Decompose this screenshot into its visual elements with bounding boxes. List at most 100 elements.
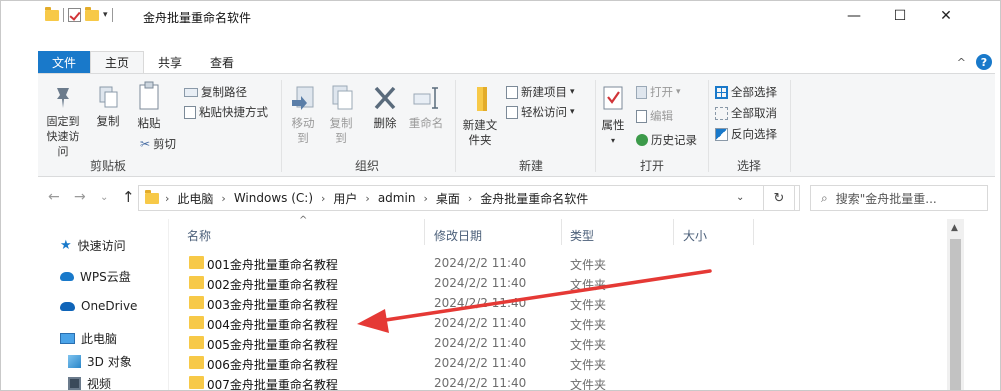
table-row[interactable]: 004金舟批量重命名教程 2024/2/2 11:40 文件夹	[169, 313, 947, 333]
paste-shortcut-button[interactable]: 粘贴快捷方式	[184, 104, 268, 120]
properties-check-icon[interactable]	[68, 8, 81, 22]
breadcrumb-current-folder[interactable]: 金舟批量重命名软件	[480, 190, 588, 207]
sort-ascending-icon: ^	[299, 215, 308, 226]
vertical-scrollbar[interactable]: ▲	[947, 219, 964, 390]
recent-locations-icon[interactable]: ⌄	[100, 192, 108, 203]
search-placeholder: 搜索"金舟批量重...	[835, 191, 937, 206]
copy-button[interactable]: 复制	[92, 84, 124, 129]
separator: |	[63, 8, 64, 22]
easy-access-button[interactable]: 轻松访问 ▾	[506, 104, 575, 120]
file-date: 2024/2/2 11:40	[434, 336, 527, 350]
search-input[interactable]: ⌕ 搜索"金舟批量重...	[810, 185, 988, 211]
file-type: 文件夹	[570, 258, 607, 272]
table-row[interactable]: 002金舟批量重命名教程 2024/2/2 11:40 文件夹	[169, 273, 947, 293]
properties-button[interactable]: 属性 ▾	[598, 84, 628, 148]
invert-selection-button[interactable]: 反向选择	[715, 126, 777, 142]
column-separator[interactable]	[561, 219, 562, 245]
nav-wps-cloud[interactable]: WPS云盘	[60, 268, 131, 285]
copy-path-button[interactable]: 复制路径	[184, 84, 247, 100]
help-icon[interactable]: ?	[976, 54, 992, 70]
move-to-icon	[292, 86, 314, 110]
new-folder-button[interactable]: 新建文件夹	[460, 84, 500, 148]
tab-home[interactable]: 主页	[90, 51, 145, 73]
column-header-size[interactable]: 大小	[683, 227, 707, 244]
file-type: 文件夹	[570, 298, 607, 312]
search-icon: ⌕	[821, 190, 828, 205]
onedrive-cloud-icon	[60, 301, 75, 311]
pin-icon	[57, 88, 69, 108]
breadcrumb-separator: ›	[423, 191, 428, 205]
paste-button[interactable]: 粘贴	[132, 80, 166, 131]
table-row[interactable]: 007金舟批量重命名教程 2024/2/2 11:40 文件夹	[169, 373, 947, 391]
table-row[interactable]: 003金舟批量重命名教程 2024/2/2 11:40 文件夹	[169, 293, 947, 313]
navigation-pane: ★ 快速访问 WPS云盘 OneDrive 此电脑 3D 对象 视频	[38, 219, 168, 390]
easy-access-icon	[506, 105, 518, 119]
maximize-button[interactable]: ☐	[877, 1, 923, 31]
history-button[interactable]: 历史记录	[636, 132, 697, 148]
select-none-button[interactable]: 全部取消	[715, 105, 777, 121]
tab-share[interactable]: 共享	[144, 51, 196, 73]
column-header-type[interactable]: 类型	[570, 227, 594, 244]
breadcrumb-separator: ›	[365, 191, 370, 205]
scrollbar-thumb[interactable]	[950, 239, 961, 390]
table-row[interactable]: 006金舟批量重命名教程 2024/2/2 11:40 文件夹	[169, 353, 947, 373]
breadcrumb-desktop[interactable]: 桌面	[436, 190, 460, 207]
nav-onedrive[interactable]: OneDrive	[60, 299, 137, 313]
delete-button[interactable]: 删除	[370, 84, 400, 131]
edit-button[interactable]: 编辑	[636, 108, 673, 124]
pin-quick-access-button[interactable]: 固定到快速访问	[42, 84, 84, 159]
breadcrumb-users[interactable]: 用户	[333, 190, 357, 207]
new-item-button[interactable]: 新建项目 ▾	[506, 84, 575, 100]
invert-selection-icon	[715, 127, 728, 141]
nav-this-pc[interactable]: 此电脑	[60, 330, 117, 347]
organize-group: 移动到 复制到 删除 重命名 组织	[282, 74, 452, 178]
file-name: 005金舟批量重命名教程	[207, 338, 338, 352]
history-icon	[636, 134, 648, 146]
ribbon: 固定到快速访问 复制 粘贴 剪贴板 复制路径 粘贴快捷方式 ✂ 剪切 移动到 复…	[38, 73, 995, 177]
file-type: 文件夹	[570, 338, 607, 352]
breadcrumb-admin[interactable]: admin	[378, 191, 416, 205]
move-to-button[interactable]: 移动到	[286, 84, 320, 146]
scroll-up-icon[interactable]: ▲	[951, 223, 958, 233]
new-folder-icon[interactable]	[85, 6, 99, 21]
cut-button[interactable]: ✂ 剪切	[140, 136, 176, 152]
scissors-icon: ✂	[140, 137, 151, 151]
open-button[interactable]: 打开 ▾	[636, 84, 681, 100]
nav-quick-access[interactable]: ★ 快速访问	[60, 237, 126, 254]
column-separator[interactable]	[753, 219, 754, 245]
column-header-date[interactable]: 修改日期	[434, 227, 482, 244]
forward-icon[interactable]: →	[74, 189, 86, 205]
close-button[interactable]: ✕	[923, 1, 969, 31]
breadcrumb-this-pc[interactable]: 此电脑	[177, 190, 213, 207]
cube-icon	[68, 355, 81, 368]
column-separator[interactable]	[424, 219, 425, 245]
select-all-button[interactable]: 全部选择	[715, 84, 777, 100]
minimize-button[interactable]: —	[831, 1, 877, 31]
back-icon[interactable]: ←	[48, 189, 60, 205]
breadcrumb-windows-c[interactable]: Windows (C:)	[234, 191, 313, 205]
file-date: 2024/2/2 11:40	[434, 356, 527, 370]
nav-videos[interactable]: 视频	[68, 375, 111, 390]
address-bar[interactable]: › 此电脑 › Windows (C:) › 用户 › admin › 桌面 ›…	[138, 185, 800, 211]
address-dropdown-icon[interactable]: ⌄	[736, 192, 744, 203]
clipboard-group-label: 剪贴板	[89, 159, 126, 173]
up-icon[interactable]: ↑	[122, 188, 135, 206]
rename-button[interactable]: 重命名	[406, 84, 446, 131]
folder-icon	[189, 336, 204, 349]
group-divider	[790, 80, 791, 172]
file-date: 2024/2/2 11:40	[434, 316, 527, 330]
table-row[interactable]: 005金舟批量重命名教程 2024/2/2 11:40 文件夹	[169, 333, 947, 353]
file-name: 006金舟批量重命名教程	[207, 358, 338, 372]
table-row[interactable]: 001金舟批量重命名教程 2024/2/2 11:40 文件夹	[169, 253, 947, 273]
copy-to-icon	[332, 85, 353, 110]
customize-toolbar-icon[interactable]: ▾	[103, 10, 108, 20]
column-separator[interactable]	[673, 219, 674, 245]
tab-view[interactable]: 查看	[196, 51, 248, 73]
tab-file[interactable]: 文件	[38, 51, 91, 73]
column-header-name[interactable]: 名称	[187, 227, 211, 244]
collapse-ribbon-icon[interactable]: ^	[957, 56, 966, 69]
file-type: 文件夹	[570, 378, 607, 391]
refresh-button[interactable]: ↻	[763, 185, 795, 211]
nav-3d-objects[interactable]: 3D 对象	[68, 353, 132, 370]
copy-to-button[interactable]: 复制到	[324, 84, 358, 146]
